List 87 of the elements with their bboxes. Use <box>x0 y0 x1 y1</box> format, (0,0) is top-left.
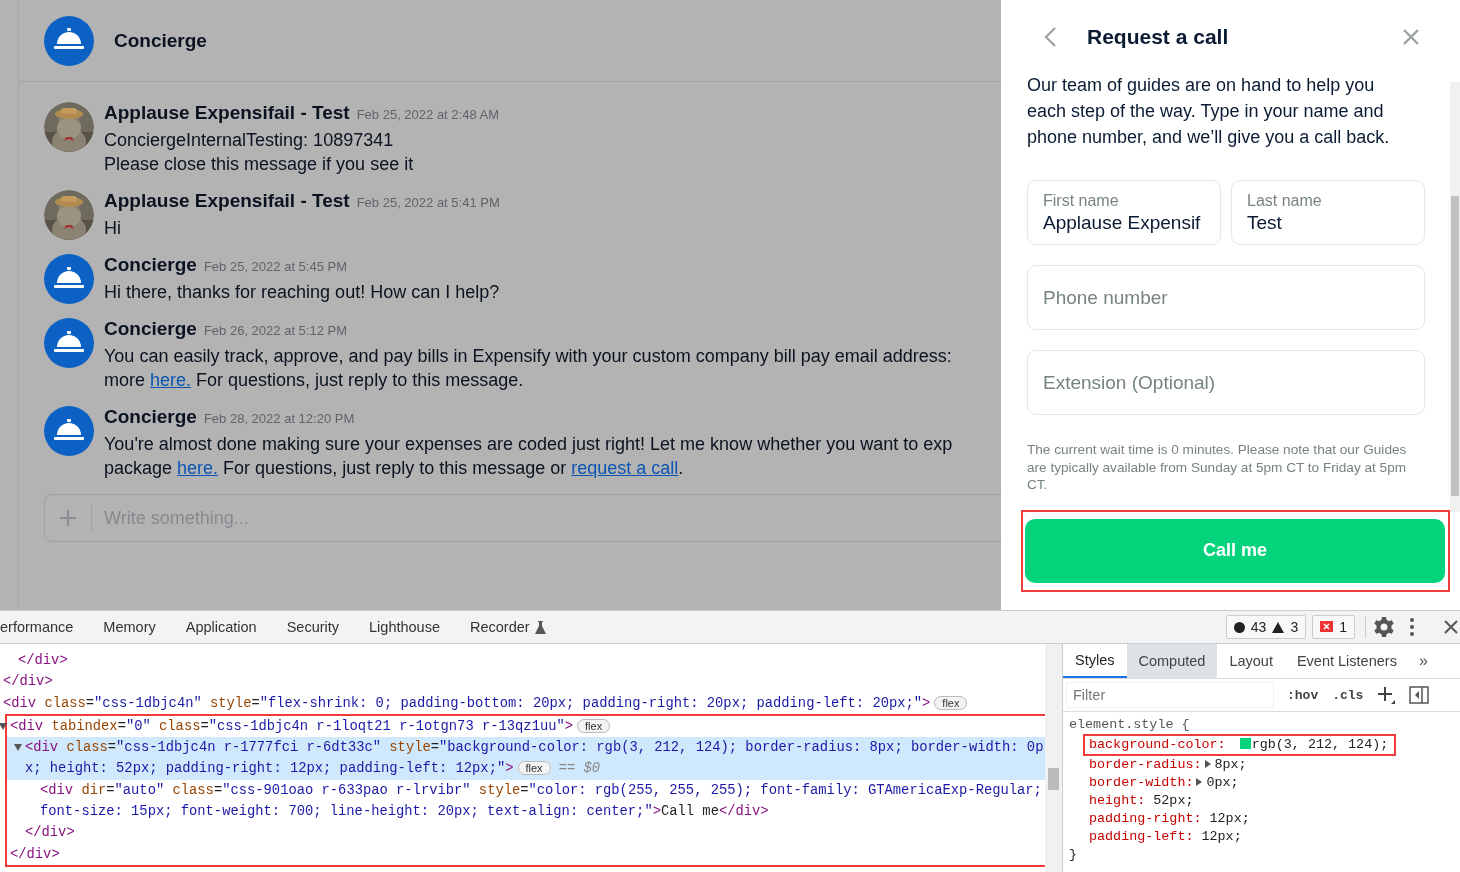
author-name: Concierge <box>104 406 197 428</box>
layout-badge[interactable]: flex <box>577 718 611 733</box>
code-line: <div tabindex="0" class="css-1dbjc4n r-1loqt21 r-1otgn73 r-13qz1uu"> flex <box>10 715 1045 738</box>
code-line: <div dir="auto" class="css-901oao r-633pao r-lrvibr" style="color: rgb(255, 255, 255); font-family: GTAmericaExp-Regular; font-size: 15px; font-weight: 700; line-height: 20px; text-align: center;">Call me</div> <box>40 781 1043 822</box>
css-property: background-color: rgb(3, 212, 124); <box>1083 734 1397 756</box>
field-value: Applause Expensif <box>1043 210 1202 235</box>
layout-badge[interactable]: flex <box>517 761 551 776</box>
issue-counter[interactable]: 43 3 <box>1225 615 1307 639</box>
triangle-icon <box>1272 621 1285 633</box>
description-text: Our team of guides are on hand to help you each step of the way. Type in your name and phone number, and we’ll give you a call back. <box>1027 74 1391 149</box>
bell-icon <box>54 28 84 50</box>
wait-time-note: The current wait time is 0 minutes. Please note that our Guides are typically available from Sunday at 5pm CT to Friday at 5pm CT. <box>1027 441 1408 494</box>
author-name: Applause Expensifail - Test <box>104 190 350 212</box>
closing-brace: } <box>1069 846 1079 864</box>
styles-tab[interactable]: Computed <box>1126 644 1218 678</box>
timestamp: Feb 25, 2022 at 5:41 PM <box>356 195 500 210</box>
devtools-tab[interactable]: Memory <box>88 611 171 643</box>
timestamp: Feb 25, 2022 at 2:48 AM <box>356 107 500 122</box>
bell-icon <box>54 330 84 353</box>
text-field[interactable]: First name Applause Expensif <box>1027 180 1221 245</box>
flask-icon <box>534 620 546 634</box>
code-line: </div> <box>18 652 69 670</box>
field-value: Test <box>1247 210 1283 235</box>
author-name: Applause Expensifail - Test <box>104 102 350 124</box>
back-chevron-icon[interactable] <box>1043 26 1057 48</box>
code-line: </div> <box>25 824 76 843</box>
devtools-tab[interactable]: Lighthouse <box>354 611 455 643</box>
count-text: 43 <box>1250 619 1267 635</box>
css-property: border-width: 0px; <box>1088 774 1240 792</box>
css-property: height: 52px; <box>1088 792 1195 810</box>
expand-toggle-icon[interactable] <box>14 744 22 752</box>
code-line: <div class="css-1dbjc4n" style="flex-shrink: 0; padding-bottom: 20px; padding-right: 20px; padding-left: 20px;"> flex <box>3 692 1045 714</box>
message-text: more here. For questions, just reply to this message. <box>104 369 525 392</box>
author-name: Concierge <box>104 318 197 340</box>
toggle-button[interactable]: .cls <box>1332 687 1364 703</box>
message-text: package here. For questions, just reply to this message or request a call. <box>104 457 685 480</box>
error-icon <box>1320 620 1334 634</box>
timestamp: Feb 26, 2022 at 5:12 PM <box>203 323 348 338</box>
field-label: First name <box>1043 190 1120 211</box>
issue-counter[interactable]: 1 <box>1312 615 1355 639</box>
message-text: ConciergeInternalTesting: 10897341 <box>104 129 395 152</box>
css-property: padding-right: 12px; <box>1088 810 1251 828</box>
devtools-tab[interactable]: Security <box>271 611 355 643</box>
more-tabs-button[interactable]: » <box>1408 644 1438 678</box>
sidebar-toggle-icon[interactable] <box>1409 686 1430 704</box>
message-text: Please close this message if you see it <box>104 153 415 176</box>
panel-title: Request a call <box>1087 25 1230 49</box>
count-text: 3 <box>1290 619 1299 635</box>
expand-toggle-icon[interactable] <box>0 722 7 730</box>
scrollbar[interactable] <box>1450 82 1460 512</box>
close-icon[interactable] <box>1444 620 1458 634</box>
field-placeholder: Phone number <box>1043 286 1169 309</box>
code-line: </div> <box>10 845 61 864</box>
code-line: </div> <box>3 673 54 692</box>
toggle-button[interactable]: :hov <box>1287 687 1319 703</box>
bell-icon <box>54 418 84 441</box>
devtools-tab[interactable]: erformance <box>0 611 89 643</box>
message-text: Hi <box>104 217 122 240</box>
message-text: You can easily track, approve, and pay bills in Expensify with your custom company bill pay email address: <box>104 345 952 368</box>
styles-tab[interactable]: Layout <box>1217 644 1285 678</box>
count-text: 1 <box>1339 619 1347 635</box>
author-name: Concierge <box>104 254 197 276</box>
text-field[interactable]: Extension (Optional) <box>1027 350 1425 415</box>
devtools-tab[interactable]: Recorder <box>455 611 561 643</box>
styles-tab[interactable]: Event Listeners <box>1284 644 1409 678</box>
plus-icon[interactable] <box>1377 686 1396 704</box>
field-placeholder: Extension (Optional) <box>1043 371 1217 394</box>
text-field[interactable]: Last name Test <box>1231 180 1425 245</box>
chat-title: Concierge <box>114 29 207 52</box>
css-property: border-radius: 8px; <box>1088 756 1248 774</box>
css-property: padding-left: 12px; <box>1088 828 1243 846</box>
settings-icon[interactable] <box>1374 617 1394 637</box>
circle-icon <box>1233 621 1245 633</box>
message-text: Hi there, thanks for reaching out! How can I help? <box>104 281 500 304</box>
devtools-tab[interactable]: Application <box>170 611 272 643</box>
text-field[interactable]: Phone number <box>1027 265 1425 330</box>
field-label: Last name <box>1247 190 1323 211</box>
more-options-icon[interactable] <box>1410 618 1414 636</box>
bell-icon <box>54 266 84 289</box>
layout-badge[interactable]: flex <box>934 695 968 710</box>
message-text: You're almost done making sure your expenses are coded just right! Let me know whether you want to exp <box>104 433 953 456</box>
scrollbar[interactable] <box>1045 644 1063 872</box>
selected-marker: == $0 <box>558 761 601 777</box>
css-selector: element.style { <box>1069 716 1191 734</box>
timestamp: Feb 28, 2022 at 12:20 PM <box>203 411 355 426</box>
timestamp: Feb 25, 2022 at 5:45 PM <box>203 259 348 274</box>
code-line: <div class="css-1dbjc4n r-1777fci r-6dt33c" style="background-color: rgb(3, 212, 124); border-radius: 8px; border-width: 0px; height: 52px; padding-right: 12px; padding-left: 12px;"> flex == $0 <box>25 739 1045 779</box>
